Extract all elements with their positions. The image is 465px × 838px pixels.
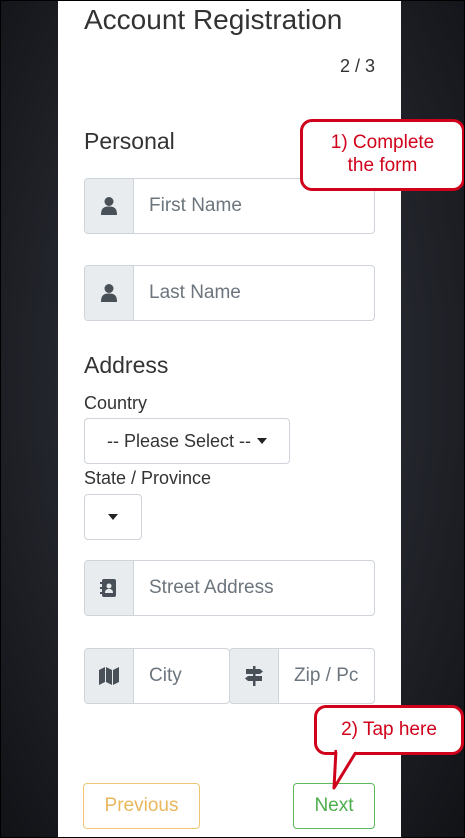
state-select[interactable] <box>84 494 142 540</box>
chevron-down-icon <box>108 514 118 520</box>
address-heading: Address <box>84 352 169 378</box>
city-group[interactable]: City <box>84 648 230 704</box>
step-indicator: 2 / 3 <box>339 56 375 76</box>
callout-pointer-arrow <box>332 748 358 790</box>
chevron-down-icon <box>257 438 268 444</box>
country-select-value: -- Please Select -- <box>106 430 252 451</box>
street-address-input[interactable]: Street Address <box>134 561 374 615</box>
state-label: State / Province <box>84 468 212 488</box>
signpost-icon <box>230 649 279 703</box>
user-icon <box>85 179 134 233</box>
page-title: Account Registration <box>84 4 343 35</box>
previous-button[interactable]: Previous <box>83 783 200 829</box>
user-icon <box>85 266 134 320</box>
last-name-group[interactable]: Last Name <box>84 265 375 321</box>
zip-input[interactable]: Zip / Pc <box>279 649 374 703</box>
city-input[interactable]: City <box>134 649 229 703</box>
tap-here-text: 2) Tap here <box>341 718 437 740</box>
callout-line-2: the form <box>347 155 418 176</box>
callout-line-1: 1) Complete <box>330 132 435 154</box>
address-book-icon <box>85 561 134 615</box>
zip-group[interactable]: Zip / Pc <box>229 648 375 704</box>
street-address-group[interactable]: Street Address <box>84 560 375 616</box>
personal-heading: Personal <box>84 128 175 154</box>
complete-form-callout: 1) Complete the form <box>300 119 465 191</box>
country-select[interactable]: -- Please Select -- <box>84 418 290 464</box>
country-label: Country <box>84 393 148 413</box>
map-icon <box>85 649 134 703</box>
last-name-input[interactable]: Last Name <box>134 266 374 320</box>
